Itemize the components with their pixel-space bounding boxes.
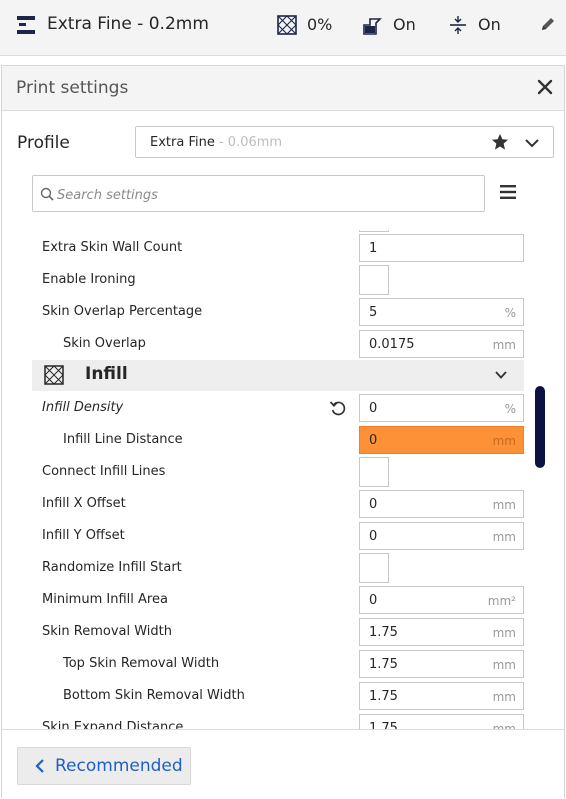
- infill-icon: [44, 365, 64, 385]
- setting-label: Skin Removal Width: [42, 624, 172, 639]
- setting-row: Bottom Skin Removal Width 1.75 mm: [2, 680, 564, 712]
- setting-field[interactable]: 1: [359, 234, 524, 262]
- setting-label: Extra Skin Wall Count: [42, 240, 183, 255]
- setting-row: Randomize Infill Start: [2, 552, 564, 584]
- setting-row: Infill X Offset 0 mm: [2, 488, 564, 520]
- chevron-down-icon[interactable]: [524, 135, 540, 151]
- profile-label: Profile: [17, 133, 70, 153]
- search-input[interactable]: [55, 183, 459, 207]
- setting-row: Connect Infill Lines: [2, 456, 564, 488]
- close-icon[interactable]: [536, 78, 554, 96]
- setting-label: Infill Density: [42, 400, 124, 415]
- setting-label: Infill X Offset: [42, 496, 126, 511]
- setting-field[interactable]: 1.75 mm: [359, 682, 524, 710]
- setting-row: Extra Skin Wall Count 1: [2, 232, 564, 264]
- panel-footer: Recommended: [2, 729, 564, 798]
- setting-field[interactable]: 5 %: [359, 298, 524, 326]
- recommended-button-label: Recommended: [55, 756, 183, 776]
- setting-row: Infill Density 0 %: [2, 392, 564, 424]
- support-value[interactable]: On: [393, 15, 416, 34]
- active-profile-name[interactable]: Extra Fine - 0.2mm: [47, 14, 209, 34]
- setting-row: Infill Y Offset 0 mm: [2, 520, 564, 552]
- recommended-button[interactable]: Recommended: [17, 747, 191, 785]
- category-label: Infill: [85, 364, 128, 384]
- setting-row: Skin Expand Distance 1.75 mm: [2, 712, 564, 729]
- infill-icon: [277, 15, 297, 35]
- star-icon[interactable]: [491, 133, 509, 151]
- setting-label: Infill Line Distance: [63, 432, 183, 447]
- setting-field[interactable]: 1.75 mm: [359, 650, 524, 678]
- chevron-left-icon: [35, 759, 44, 773]
- pencil-icon[interactable]: [540, 16, 556, 32]
- profile-dropdown-value: Extra Fine - 0.06mm: [150, 135, 283, 150]
- setting-label: Randomize Infill Start: [42, 560, 182, 575]
- adhesion-icon: [450, 16, 466, 34]
- scrollbar-thumb[interactable]: [535, 386, 545, 468]
- setting-label: Skin Overlap: [63, 336, 146, 351]
- setting-label: Infill Y Offset: [42, 528, 125, 543]
- support-icon: [363, 18, 382, 35]
- setting-field[interactable]: 0 %: [359, 394, 524, 422]
- setting-row: Skin Removal Width 1.75 mm: [2, 616, 564, 648]
- setting-checkbox[interactable]: [359, 265, 389, 295]
- chevron-down-icon: [495, 371, 507, 379]
- profile-dropdown[interactable]: Extra Fine - 0.06mm: [135, 126, 554, 158]
- setting-label: Skin Overlap Percentage: [42, 304, 203, 319]
- setting-checkbox[interactable]: [359, 553, 389, 583]
- setting-field[interactable]: 0 mm: [359, 522, 524, 550]
- setting-field[interactable]: 0 mm: [359, 490, 524, 518]
- setting-field-error[interactable]: 0 mm: [359, 426, 524, 454]
- panel-header: Print settings: [2, 66, 564, 111]
- setting-label: Enable Ironing: [42, 272, 136, 287]
- setting-field[interactable]: 1.75 mm: [359, 714, 524, 729]
- reset-icon[interactable]: [329, 399, 347, 417]
- category-infill[interactable]: Infill: [32, 360, 524, 391]
- setting-field[interactable]: 0.0175 mm: [359, 330, 524, 358]
- print-settings-panel: Print settings Profile Extra Fine - 0.06…: [1, 65, 565, 798]
- setting-field[interactable]: 0 mm²: [359, 586, 524, 614]
- search-settings-box[interactable]: [32, 175, 485, 212]
- setting-row: Skin Overlap Percentage 5 %: [2, 296, 564, 328]
- setting-row: Infill Line Distance 0 mm: [2, 424, 564, 456]
- settings-list[interactable]: Extra Skin Wall Count 1 Enable Ironing S…: [2, 230, 564, 729]
- adhesion-value[interactable]: On: [478, 15, 501, 34]
- setting-label: Minimum Infill Area: [42, 592, 168, 607]
- setting-row: Minimum Infill Area 0 mm²: [2, 584, 564, 616]
- setting-row: Enable Ironing: [2, 264, 564, 296]
- setting-row: Top Skin Removal Width 1.75 mm: [2, 648, 564, 680]
- setting-row: Skin Overlap 0.0175 mm: [2, 328, 564, 360]
- menu-icon[interactable]: [500, 185, 516, 199]
- search-icon: [40, 187, 54, 201]
- setting-label: Connect Infill Lines: [42, 464, 166, 479]
- setting-label: Bottom Skin Removal Width: [63, 688, 245, 703]
- infill-value[interactable]: 0%: [307, 15, 332, 34]
- setting-label: Top Skin Removal Width: [63, 656, 220, 671]
- setting-label: Skin Expand Distance: [42, 720, 184, 729]
- setting-checkbox[interactable]: [359, 457, 389, 487]
- printer-icon: [17, 16, 35, 34]
- setting-field[interactable]: 1.75 mm: [359, 618, 524, 646]
- panel-title: Print settings: [16, 78, 129, 98]
- top-bar: Extra Fine - 0.2mm 0% On On: [0, 0, 566, 56]
